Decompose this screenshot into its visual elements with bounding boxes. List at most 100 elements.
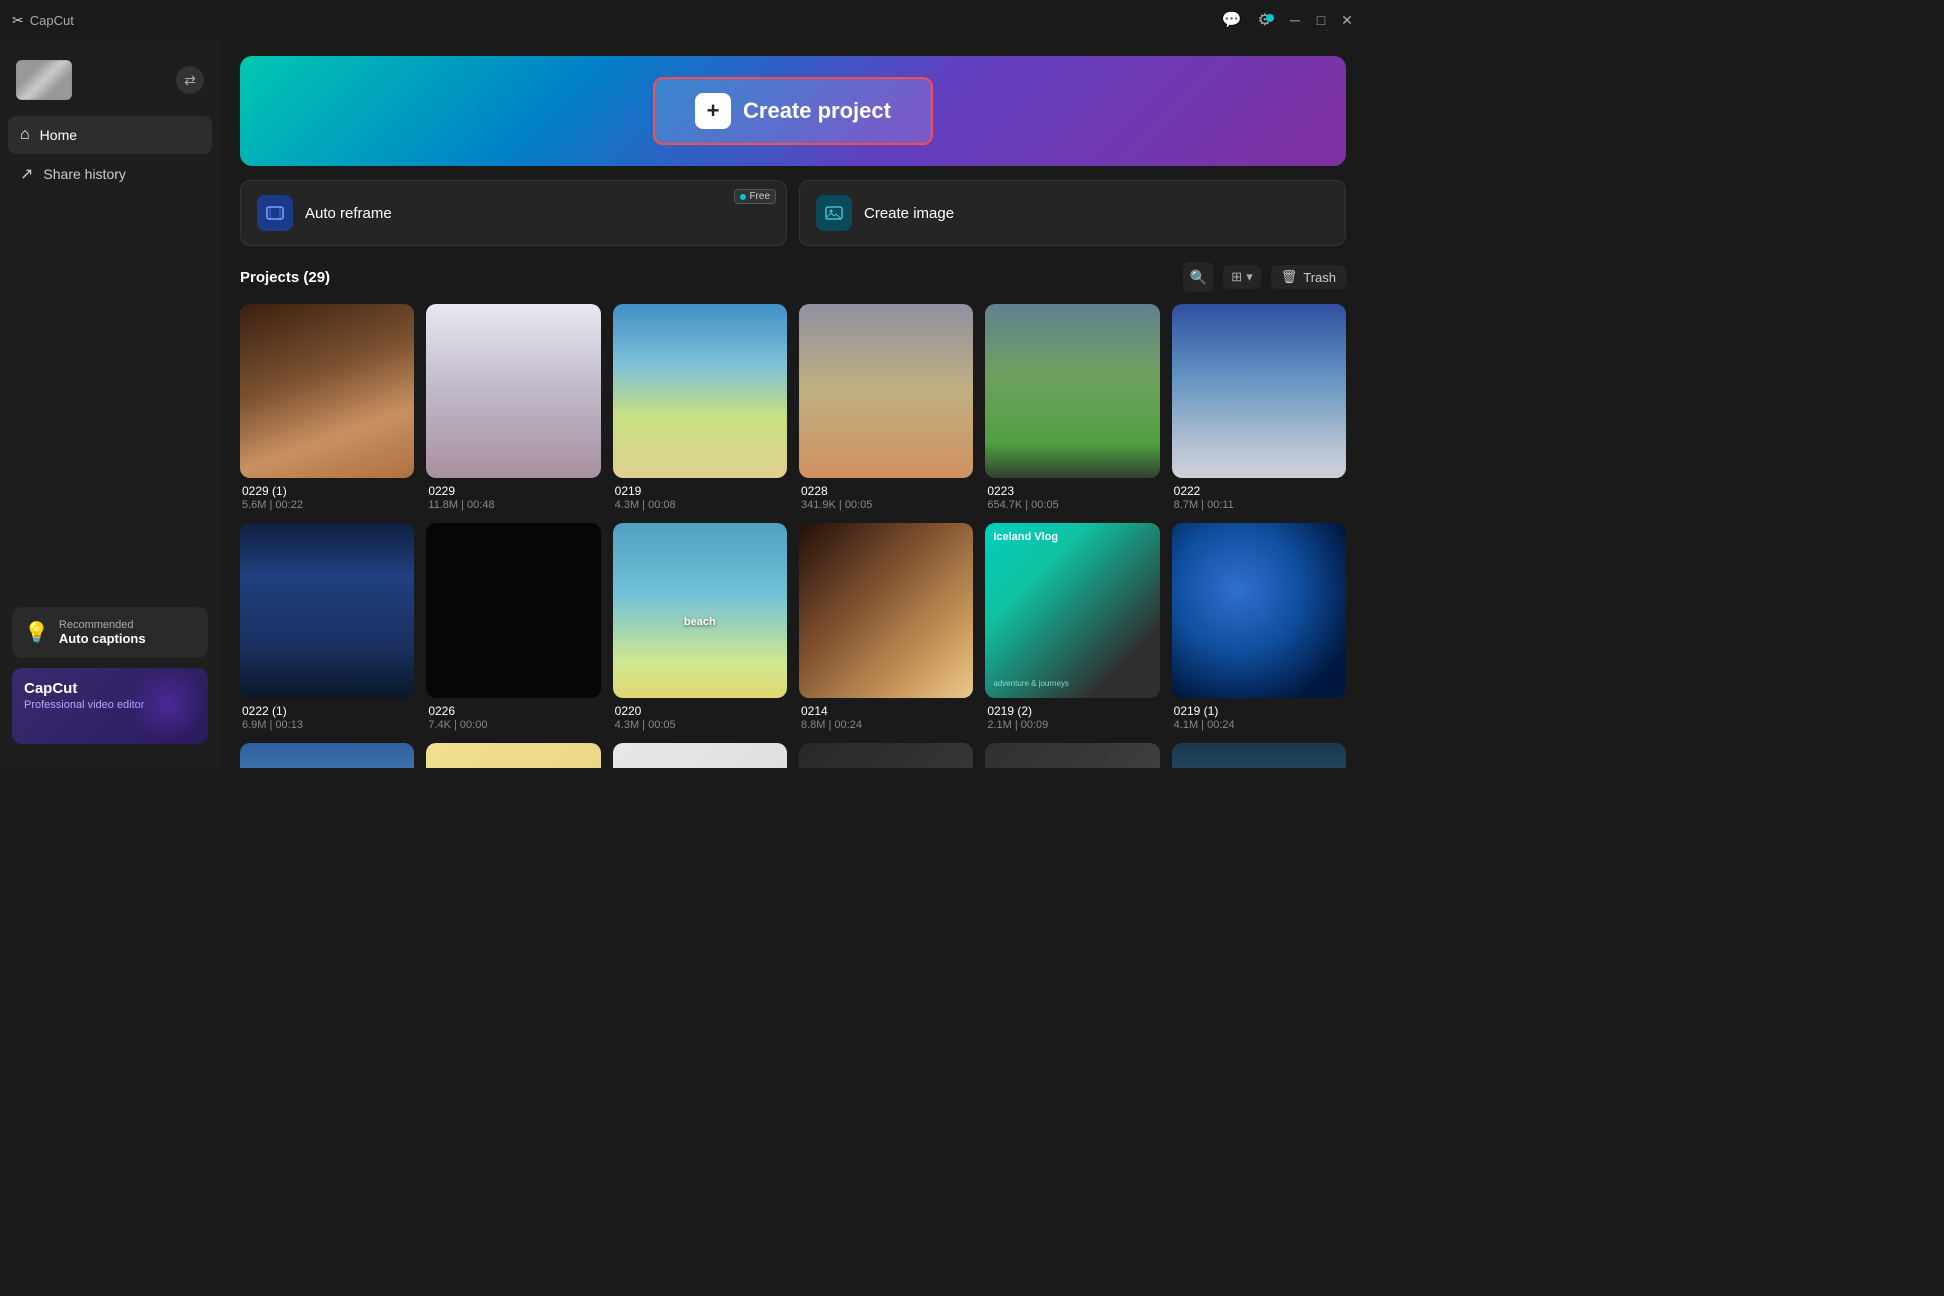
hero-banner: + Create project: [240, 56, 1346, 166]
project-meta-3: 341.9K | 00:05: [801, 499, 971, 511]
project-card-3[interactable]: 0228 341.9K | 00:05: [799, 304, 973, 511]
bulb-icon: 💡: [24, 620, 49, 645]
project-thumb-8: beach: [613, 523, 787, 697]
free-badge: Free: [734, 189, 776, 204]
project-card-2[interactable]: 0219 4.3M | 00:08: [613, 304, 787, 511]
create-image-label: Create image: [864, 205, 954, 222]
project-info-4: 0223 654.7K | 00:05: [985, 484, 1159, 511]
plus-icon: +: [695, 93, 731, 129]
search-projects-button[interactable]: 🔍: [1183, 262, 1213, 292]
project-thumb-16: Default text: [985, 743, 1159, 768]
project-card-10[interactable]: Iceland Vlog adventure & journeys 0219 (…: [985, 523, 1159, 730]
sidebar-avatar-area: ⇄: [0, 52, 220, 116]
project-meta-8: 4.3M | 00:05: [615, 719, 785, 731]
project-card-4[interactable]: 0223 654.7K | 00:05: [985, 304, 1159, 511]
project-info-3: 0228 341.9K | 00:05: [799, 484, 973, 511]
project-card-16[interactable]: Default text: [985, 743, 1159, 768]
message-icon[interactable]: 💬: [1222, 12, 1242, 29]
project-thumb-15: Reading: [799, 743, 973, 768]
maximize-button[interactable]: □: [1314, 13, 1328, 27]
capcut-promo-card[interactable]: CapCut Professional video editor: [12, 668, 208, 744]
project-card-15[interactable]: Reading: [799, 743, 973, 768]
project-name-4: 0223: [987, 484, 1157, 498]
project-thumb-17: [1172, 743, 1346, 768]
view-toggle-button[interactable]: ⊞ ▾: [1223, 265, 1260, 289]
project-thumb-2: [613, 304, 787, 478]
project-thumb-9: [799, 523, 973, 697]
projects-header: Projects (29) 🔍 ⊞ ▾ 🗑 Trash: [240, 262, 1346, 292]
share-icon: ↗: [20, 164, 33, 184]
project-thumb-5: [1172, 304, 1346, 478]
project-meta-9: 8.8M | 00:24: [801, 719, 971, 731]
project-thumb-10: Iceland Vlog adventure & journeys: [985, 523, 1159, 697]
sidebar-item-share-history[interactable]: ↗ Share history: [8, 154, 212, 194]
project-thumb-11: [1172, 523, 1346, 697]
project-meta-6: 6.9M | 00:13: [242, 719, 412, 731]
auto-reframe-label: Auto reframe: [305, 205, 392, 222]
minimize-button[interactable]: ─: [1288, 13, 1302, 27]
project-card-0[interactable]: 0229 (1) 5.6M | 00:22: [240, 304, 414, 511]
sidebar-item-home-label: Home: [40, 127, 77, 143]
project-info-2: 0219 4.3M | 00:08: [613, 484, 787, 511]
project-meta-0: 5.6M | 00:22: [242, 499, 412, 511]
home-icon: ⌂: [20, 126, 30, 144]
project-name-7: 0226: [428, 704, 598, 718]
window-controls: ─ □ ✕: [1288, 13, 1354, 27]
free-badge-dot: [740, 194, 746, 200]
projects-grid: 0229 (1) 5.6M | 00:22 0229 11.8M | 00:48…: [240, 304, 1346, 768]
promo-bg-glow: [128, 668, 208, 744]
project-info-6: 0222 (1) 6.9M | 00:13: [240, 704, 414, 731]
auto-reframe-card[interactable]: Auto reframe Free: [240, 180, 787, 246]
project-card-14[interactable]: 📱: [613, 743, 787, 768]
app-name: CapCut: [30, 13, 74, 28]
trash-icon: 🗑: [1281, 269, 1298, 285]
project-name-0: 0229 (1): [242, 484, 412, 498]
create-image-card[interactable]: Create image: [799, 180, 1346, 246]
project-card-5[interactable]: 0222 8.7M | 00:11: [1172, 304, 1346, 511]
project-name-10: 0219 (2): [987, 704, 1157, 718]
project-thumb-6: [240, 523, 414, 697]
project-thumb-13: ❤️: [426, 743, 600, 768]
project-name-11: 0219 (1): [1174, 704, 1344, 718]
project-thumb-0: [240, 304, 414, 478]
project-thumb-12: [240, 743, 414, 768]
project-card-1[interactable]: 0229 11.8M | 00:48: [426, 304, 600, 511]
project-card-6[interactable]: 0222 (1) 6.9M | 00:13: [240, 523, 414, 730]
message-icon-wrap[interactable]: 💬: [1222, 10, 1242, 30]
recommended-title: Auto captions: [59, 631, 146, 646]
project-meta-5: 8.7M | 00:11: [1174, 499, 1344, 511]
project-meta-2: 4.3M | 00:08: [615, 499, 785, 511]
chevron-down-icon: ▾: [1246, 269, 1253, 285]
project-card-11[interactable]: 0219 (1) 4.1M | 00:24: [1172, 523, 1346, 730]
recommended-label: Recommended: [59, 619, 146, 631]
project-card-9[interactable]: 0214 8.8M | 00:24: [799, 523, 973, 730]
sidebar-item-home[interactable]: ⌂ Home: [8, 116, 212, 154]
create-image-icon: [816, 195, 852, 231]
project-card-17[interactable]: [1172, 743, 1346, 768]
recommended-auto-captions-card[interactable]: 💡 Recommended Auto captions: [12, 607, 208, 658]
create-project-label: Create project: [743, 98, 891, 124]
auto-reframe-icon: [257, 195, 293, 231]
title-bar: ✂ CapCut 💬 ⚙ ─ □ ✕: [0, 0, 1366, 40]
create-project-button[interactable]: + Create project: [653, 77, 933, 145]
trash-label: Trash: [1303, 270, 1336, 285]
project-card-7[interactable]: 0226 7.4K | 00:00: [426, 523, 600, 730]
project-meta-10: 2.1M | 00:09: [987, 719, 1157, 731]
trash-button[interactable]: 🗑 Trash: [1271, 265, 1346, 289]
close-button[interactable]: ✕: [1340, 13, 1354, 27]
project-name-8: 0220: [615, 704, 785, 718]
grid-icon: ⊞: [1231, 269, 1242, 285]
project-card-13[interactable]: ❤️: [426, 743, 600, 768]
project-card-12[interactable]: [240, 743, 414, 768]
recommended-text-area: Recommended Auto captions: [59, 619, 146, 646]
project-thumb-1: [426, 304, 600, 478]
app-logo-icon: ✂: [12, 12, 24, 29]
notification-icon-wrap[interactable]: ⚙: [1258, 10, 1272, 30]
account-switch-button[interactable]: ⇄: [176, 66, 204, 94]
notification-dot: [1266, 14, 1274, 22]
project-card-8[interactable]: beach 0220 4.3M | 00:05: [613, 523, 787, 730]
project-meta-1: 11.8M | 00:48: [428, 499, 598, 511]
title-bar-right: 💬 ⚙ ─ □ ✕: [1222, 10, 1354, 30]
project-name-2: 0219: [615, 484, 785, 498]
avatar-placeholder: [16, 60, 72, 100]
